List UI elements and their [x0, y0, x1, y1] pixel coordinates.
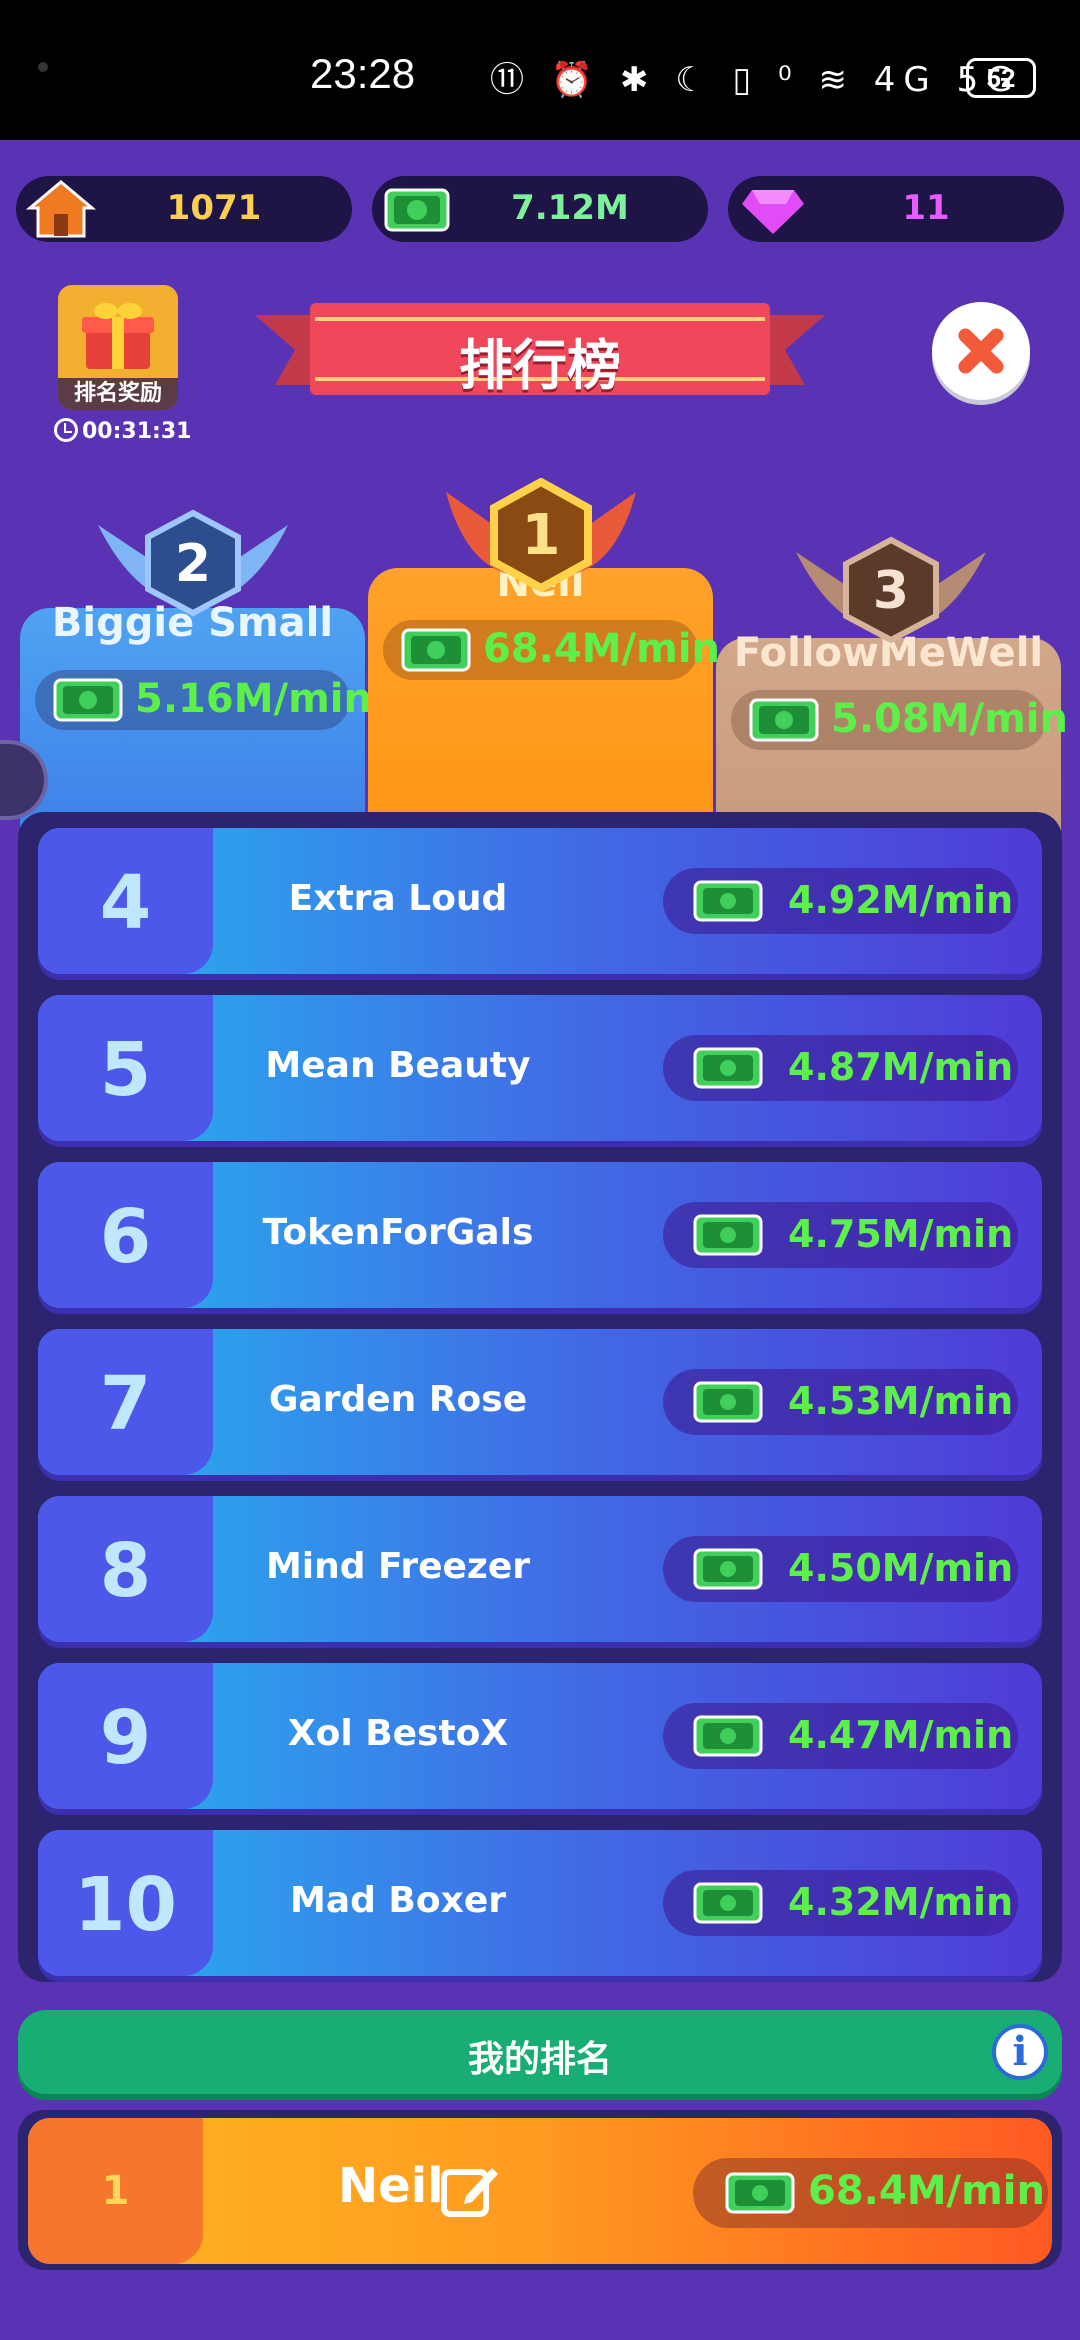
row-rate-text: 4.50M/min [788, 1546, 1014, 1590]
cash-icon [401, 628, 471, 672]
row-rate: 4.32M/min [663, 1870, 1018, 1936]
gem-icon [742, 190, 804, 234]
rank-2-badge: 2 [98, 509, 288, 617]
my-ranking-header: 我的排名 i [18, 2010, 1062, 2094]
cash-value: 7.12M [511, 188, 629, 228]
row-rank: 9 [99, 1695, 152, 1781]
podium-second-rate: 5.16M/min [35, 670, 372, 730]
row-rate-text: 4.32M/min [788, 1880, 1014, 1924]
row-rank: 8 [99, 1528, 152, 1614]
podium-first: Neil 68.4M/min [368, 560, 720, 848]
clock-icon [54, 418, 78, 442]
gem-counter: 11 [728, 176, 1064, 242]
leaderboard-list: 4 Extra Loud 4.92M/min 5 Mean Beauty 4.8… [18, 812, 1062, 1982]
title-banner: 排行榜 [255, 295, 825, 405]
cash-icon [693, 1882, 763, 1924]
cash-icon [693, 1548, 763, 1590]
row-name: Xol BestoX [287, 1713, 509, 1754]
cash-icon [725, 2172, 795, 2214]
cash-icon [749, 698, 819, 742]
edit-name-icon[interactable] [438, 2158, 502, 2222]
cash-icon [693, 1214, 763, 1256]
podium-third-rate: 5.08M/min [731, 690, 1068, 750]
list-item[interactable]: 5 Mean Beauty 4.87M/min [38, 995, 1042, 1141]
rank-3-number: 3 [873, 561, 909, 621]
camera-dot [38, 62, 48, 72]
rank-reward-label: 排名奖励 [58, 378, 178, 410]
podium-second-rate-text: 5.16M/min [135, 676, 372, 722]
list-item[interactable]: 9 Xol BestoX 4.47M/min [38, 1663, 1042, 1809]
row-name: Garden Rose [268, 1379, 528, 1420]
cash-icon [693, 880, 763, 922]
podium-first-rate-text: 68.4M/min [483, 626, 720, 672]
gem-value: 11 [902, 188, 950, 228]
leaderboard-screen: 1071 7.12M 11 排名奖励 00:31:31 排行榜 Biggie S… [0, 140, 1080, 2340]
row-rate-text: 4.87M/min [788, 1045, 1014, 1089]
rank-1-badge: 1 [446, 478, 636, 593]
cash-icon [693, 1047, 763, 1089]
row-rank: 6 [99, 1194, 152, 1280]
list-item[interactable]: 8 Mind Freezer 4.50M/min [38, 1496, 1042, 1642]
list-item[interactable]: 10 Mad Boxer 4.32M/min [38, 1830, 1042, 1976]
row-rate-text: 4.75M/min [788, 1212, 1014, 1256]
cash-icon [53, 678, 123, 722]
row-rank: 10 [74, 1862, 177, 1948]
row-rate-text: 4.92M/min [788, 878, 1014, 922]
rank-1-number: 1 [522, 503, 561, 568]
rank-3-badge: 3 [796, 536, 986, 644]
reward-timer-text: 00:31:31 [82, 419, 192, 444]
row-name: TokenForGals [262, 1212, 534, 1253]
row-rate: 4.75M/min [663, 1202, 1018, 1268]
close-button[interactable] [932, 302, 1030, 400]
row-rate: 4.87M/min [663, 1035, 1018, 1101]
row-rate: 4.53M/min [663, 1369, 1018, 1435]
row-rate: 4.50M/min [663, 1536, 1018, 1602]
battery-icon: 52 [966, 58, 1036, 98]
row-rank: 5 [99, 1027, 152, 1113]
list-item[interactable]: 7 Garden Rose 4.53M/min [38, 1329, 1042, 1475]
row-rate: 4.92M/min [663, 868, 1018, 934]
my-name: Neil [338, 2158, 444, 2214]
my-rank: 1 [101, 2168, 130, 2214]
reward-timer: 00:31:31 [54, 418, 191, 444]
my-rate-text: 68.4M/min [808, 2168, 1045, 2214]
row-name: Extra Loud [288, 878, 508, 919]
list-item[interactable]: 4 Extra Loud 4.92M/min [38, 828, 1042, 974]
list-item[interactable]: 6 TokenForGals 4.75M/min [38, 1162, 1042, 1308]
gift-icon [82, 303, 154, 369]
row-rate: 4.47M/min [663, 1703, 1018, 1769]
house-counter: 1071 [16, 176, 352, 242]
row-name: Mean Beauty [265, 1045, 531, 1086]
row-name: Mad Boxer [290, 1880, 506, 1921]
my-ranking-panel: 1 Neil 68.4M/min [18, 2110, 1062, 2270]
cash-counter: 7.12M [372, 176, 708, 242]
row-rank: 7 [99, 1361, 152, 1447]
my-ranking-row: 1 Neil 68.4M/min [28, 2118, 1052, 2264]
row-rate-text: 4.47M/min [788, 1713, 1014, 1757]
cash-icon [384, 188, 450, 232]
row-rate-text: 4.53M/min [788, 1379, 1014, 1423]
podium-third-rate-text: 5.08M/min [831, 696, 1068, 742]
podium-first-rate: 68.4M/min [383, 620, 720, 680]
status-bar: 23:28 ⑪ ⏰ ✱ ☾ ▯ ⁰ ≋ 4G 5G 52 [0, 0, 1080, 140]
row-rank: 4 [99, 860, 152, 946]
status-time: 23:28 [310, 50, 416, 97]
house-icon [26, 180, 96, 238]
row-name: Mind Freezer [265, 1546, 531, 1587]
house-value: 1071 [166, 188, 262, 228]
cash-icon [693, 1381, 763, 1423]
info-icon[interactable]: i [992, 2024, 1048, 2080]
my-ranking-title: 我的排名 [467, 2039, 612, 2080]
rank-reward-button[interactable]: 排名奖励 [58, 285, 178, 410]
status-icons: ⑪ ⏰ ✱ ☾ ▯ ⁰ ≋ 4G 5G [490, 60, 1021, 100]
rank-2-number: 2 [175, 534, 211, 594]
page-title: 排行榜 [459, 334, 621, 397]
cash-icon [693, 1715, 763, 1757]
my-rate: 68.4M/min [693, 2158, 1048, 2228]
